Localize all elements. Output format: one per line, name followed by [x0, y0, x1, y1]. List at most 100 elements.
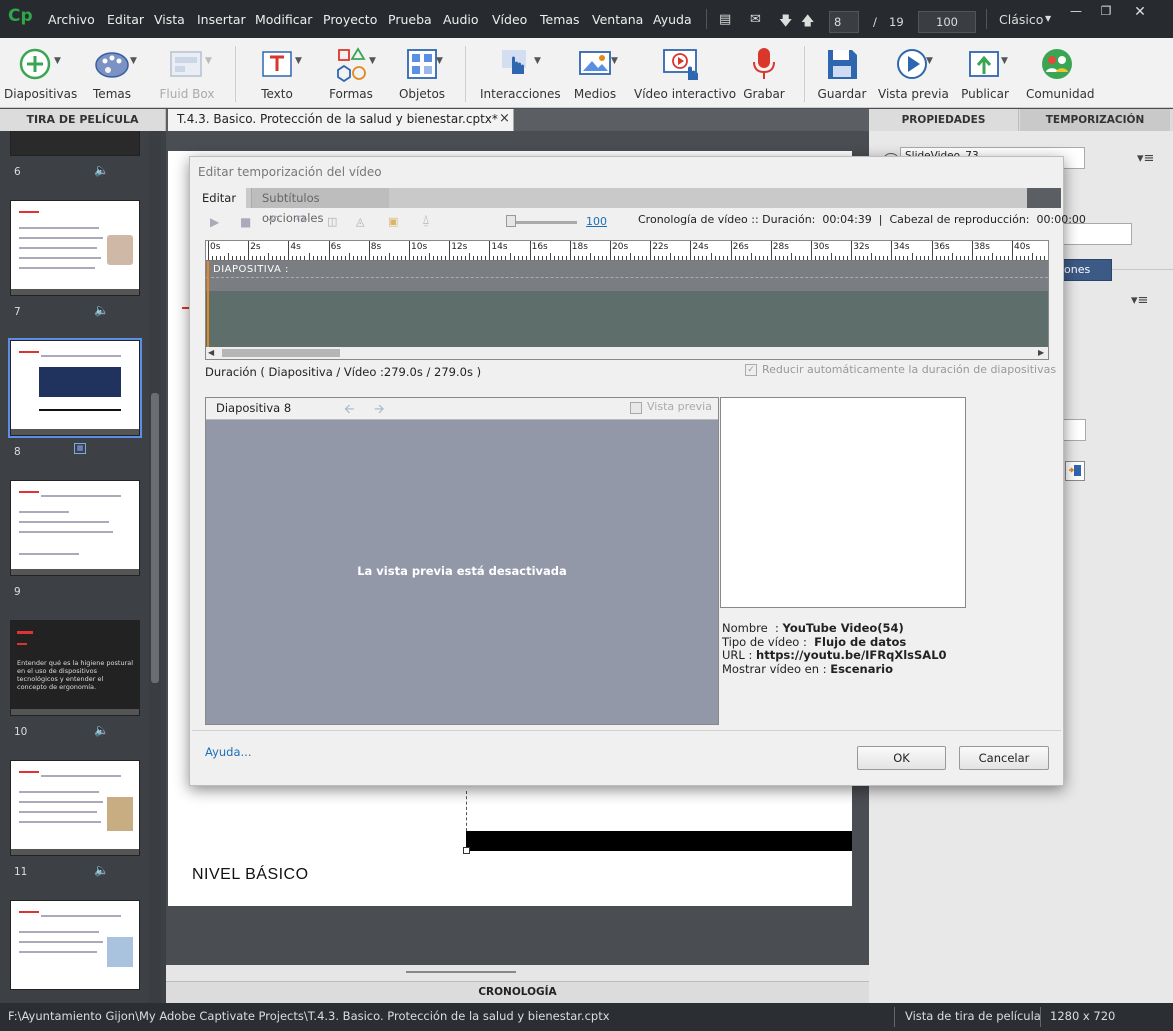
menu-divider	[706, 9, 707, 29]
redo-icon[interactable]: ↷	[296, 213, 308, 229]
close-tab-icon[interactable]: ×	[499, 111, 510, 126]
mail-icon[interactable]: ✉	[750, 12, 761, 27]
menu-video[interactable]: Vídeo	[492, 12, 527, 27]
minimize-icon[interactable]: —	[1064, 4, 1088, 20]
tab-edit[interactable]: Editar	[192, 188, 247, 208]
zoom-slider-handle[interactable]	[506, 215, 516, 227]
menu-modificar[interactable]: Modificar	[255, 12, 312, 27]
menu-ayuda[interactable]: Ayuda	[653, 12, 692, 27]
slide-thumbnail-7[interactable]	[10, 200, 140, 296]
tab-properties[interactable]: PROPIEDADES	[869, 109, 1019, 131]
ruler-minor-tick	[790, 253, 792, 260]
slide-thumbnail-10[interactable]: Entender qué es la higiene postural en e…	[10, 620, 140, 716]
slide-number: 8	[14, 446, 21, 458]
slide-thumbnail-12[interactable]	[10, 900, 140, 990]
slide-thumbnail-8[interactable]	[10, 340, 140, 436]
cancel-button[interactable]: Cancelar	[959, 746, 1049, 770]
ruler-label: 36s	[933, 242, 950, 252]
swap-icon[interactable]	[1065, 461, 1085, 481]
slide-thumbnail-9[interactable]	[10, 480, 140, 576]
text-button[interactable]: ▼ Texto	[250, 44, 304, 101]
stage-hscroll-thumb[interactable]	[406, 971, 516, 973]
ok-button[interactable]: OK	[857, 746, 946, 770]
preview-checkbox[interactable]	[630, 402, 642, 414]
media-button[interactable]: ▼ Medios	[568, 44, 622, 101]
slide-thumbnail-6[interactable]	[10, 131, 140, 156]
timeline-ruler[interactable]: 0s 2s 4s 6s 8s 10s 12s 14s 16s 18s 20s 22s 24s 26s 28s…	[206, 241, 1048, 261]
zoom-input[interactable]: 100	[918, 11, 976, 33]
panel-menu-icon[interactable]: ▾≡	[1137, 151, 1154, 166]
document-tab[interactable]: T.4.3. Basico. Protección de la salud y …	[168, 109, 514, 131]
panel-menu-icon[interactable]: ▾≡	[1131, 293, 1148, 308]
scrollbar-thumb[interactable]	[151, 393, 159, 683]
slide-track[interactable]: DIAPOSITIVA :	[206, 261, 1048, 291]
slide-thumbnail-11[interactable]	[10, 760, 140, 856]
interactive-video-button[interactable]: Vídeo interactivo	[634, 44, 736, 101]
stop-icon[interactable]: ■	[240, 215, 251, 229]
insert-icon[interactable]: ◬	[356, 215, 364, 228]
video-track[interactable]	[206, 291, 1048, 347]
undo-icon[interactable]: ↶	[268, 213, 280, 229]
ruler-major-tick	[328, 241, 330, 260]
stage-hscroll[interactable]	[166, 965, 869, 981]
play-icon: ▼	[878, 44, 946, 84]
play-icon[interactable]: ▶	[210, 215, 219, 229]
image-icon: ▼	[568, 44, 622, 84]
themes-button[interactable]: ▼ Temas	[84, 44, 140, 101]
split-icon[interactable]: ◫	[327, 215, 337, 228]
zoom-value[interactable]: 100	[586, 215, 607, 228]
ruler-minor-tick	[951, 253, 953, 260]
community-button[interactable]: Comunidad	[1026, 44, 1095, 101]
fluid-box-button[interactable]: ▼ Fluid Box	[158, 44, 216, 101]
preview-button[interactable]: ▼ Vista previa	[878, 44, 949, 101]
menu-editar[interactable]: Editar	[107, 12, 144, 27]
resize-handle[interactable]	[463, 847, 470, 854]
save-button[interactable]: Guardar	[816, 44, 868, 101]
zoom-slider[interactable]	[507, 221, 577, 224]
menu-temas[interactable]: Temas	[540, 12, 580, 27]
scroll-right-icon[interactable]: ▶	[1038, 348, 1044, 357]
publish-button[interactable]: ▼ Publicar	[958, 44, 1012, 101]
pin-icon[interactable]: ⍙	[422, 213, 430, 228]
menu-vista[interactable]: Vista	[154, 12, 185, 27]
current-slide-input[interactable]: 8	[829, 11, 859, 33]
next-slide-icon[interactable]: 🡪	[374, 400, 385, 422]
record-button[interactable]: Grabar	[740, 44, 788, 101]
menu-audio[interactable]: Audio	[443, 12, 479, 27]
tab-timing[interactable]: TEMPORIZACIÓN	[1020, 109, 1170, 131]
ruler-label: 30s	[813, 242, 830, 252]
workspace-select[interactable]: Clásico	[999, 12, 1043, 27]
playhead[interactable]	[207, 261, 209, 347]
prev-slide-icon[interactable]: 🡨	[344, 400, 355, 422]
shapes-button[interactable]: ▼ Formas	[324, 44, 378, 101]
menu-insertar[interactable]: Insertar	[197, 12, 246, 27]
ruler-major-tick	[208, 241, 209, 260]
menu-proyecto[interactable]: Proyecto	[323, 12, 377, 27]
arrow-up-icon[interactable]: 🡅	[801, 12, 814, 34]
interactions-button[interactable]: ▼ Interacciones	[480, 44, 561, 101]
auto-reduce-checkbox[interactable]: ✓	[745, 364, 757, 376]
menu-prueba[interactable]: Prueba	[388, 12, 432, 27]
scroll-left-icon[interactable]: ◀	[208, 348, 214, 357]
ruler-major-tick	[409, 241, 410, 260]
menu-archivo[interactable]: Archivo	[48, 12, 95, 27]
menu-ventana[interactable]: Ventana	[592, 12, 643, 27]
slides-button[interactable]: ▼ Diapositivas	[4, 44, 77, 101]
tab-subtitles[interactable]: Subtítulos opcionales	[251, 188, 389, 225]
marker-icon[interactable]: ▣	[388, 215, 398, 228]
filmstrip-scrollbar[interactable]	[149, 131, 161, 1003]
video-timeline[interactable]: 0s 2s 4s 6s 8s 10s 12s 14s 16s 18s 20s 22s 24s 26s 28s…	[205, 240, 1049, 360]
timeline-hscroll-thumb[interactable]	[222, 349, 340, 357]
objects-button[interactable]: ▼ Objetos	[396, 44, 448, 101]
timeline-hscroll[interactable]: ◀ ▶	[206, 347, 1048, 359]
speaker-icon: 🔈	[94, 303, 109, 317]
help-link[interactable]: Ayuda...	[205, 745, 252, 759]
chevron-down-icon[interactable]: ▼	[1045, 14, 1051, 23]
restore-icon[interactable]: ❐	[1094, 4, 1118, 20]
comment-icon[interactable]: ▤	[719, 12, 731, 27]
timeline-panel-header[interactable]: CRONOLOGÍA	[166, 981, 869, 1003]
video-placeholder-bar[interactable]	[466, 831, 852, 851]
ruler-label: 40s	[1014, 242, 1031, 252]
close-icon[interactable]: ✕	[1128, 4, 1152, 20]
arrow-down-icon[interactable]: 🡇	[779, 12, 792, 34]
